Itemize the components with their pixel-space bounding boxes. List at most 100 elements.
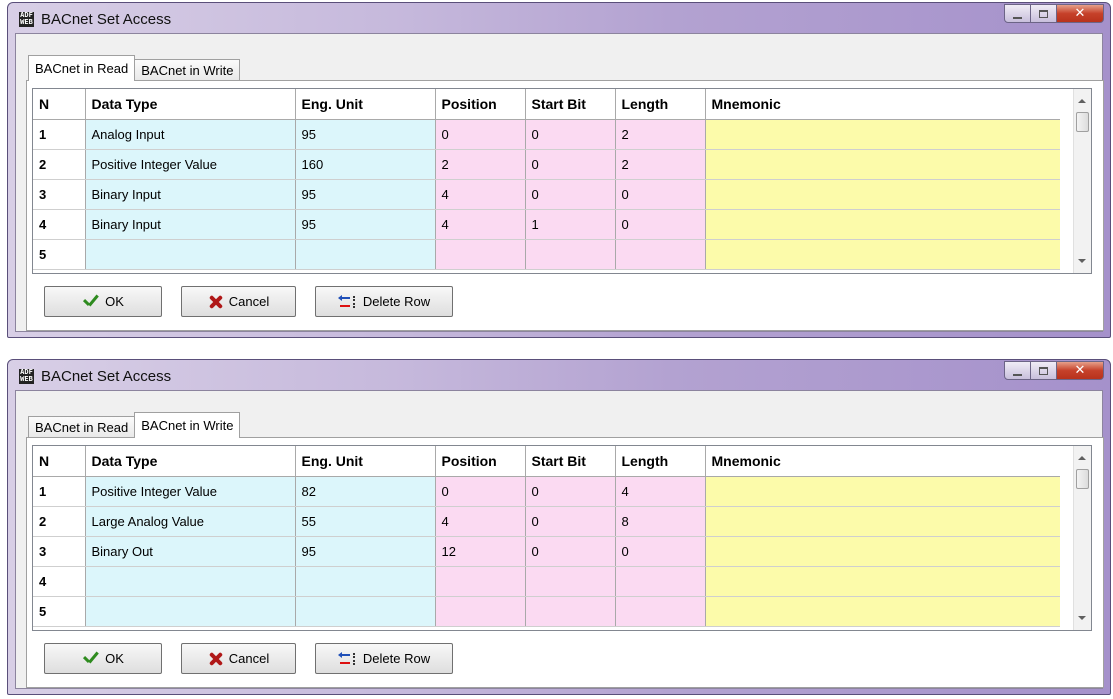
grid-cell[interactable] <box>525 239 616 270</box>
grid-cell[interactable]: 4 <box>615 476 706 507</box>
grid-cell[interactable]: 0 <box>615 209 706 240</box>
grid-cell[interactable] <box>705 566 1060 597</box>
tab-bacnet-in-read[interactable]: BACnet in Read <box>28 55 136 81</box>
grid-cell[interactable]: Large Analog Value <box>85 506 296 537</box>
minimize-button[interactable] <box>1004 4 1031 23</box>
grid-cell[interactable]: 8 <box>615 506 706 537</box>
scroll-down-icon[interactable] <box>1078 259 1086 263</box>
column-header[interactable]: N <box>33 446 86 477</box>
close-button[interactable]: ✕ <box>1057 4 1104 23</box>
maximize-button[interactable] <box>1031 361 1057 380</box>
table-row[interactable]: 1 Analog Input 95 0 0 2 <box>33 119 1060 150</box>
tab-bacnet-in-read[interactable]: BACnet in Read <box>28 416 136 438</box>
title-bar[interactable]: ADF WEB BACnet Set Access ✕ <box>8 3 1110 33</box>
tab-bacnet-in-write[interactable]: BACnet in Write <box>134 412 241 438</box>
minimize-button[interactable] <box>1004 361 1031 380</box>
column-header[interactable]: Data Type <box>85 89 296 120</box>
column-header[interactable]: Start Bit <box>525 89 616 120</box>
column-header[interactable]: Mnemonic <box>705 89 1060 120</box>
column-header[interactable]: N <box>33 89 86 120</box>
grid-cell[interactable]: 82 <box>295 476 436 507</box>
column-header[interactable]: Position <box>435 89 526 120</box>
grid-cell[interactable] <box>705 536 1060 567</box>
grid-cell[interactable] <box>435 239 526 270</box>
grid-cell[interactable]: 0 <box>525 149 616 180</box>
grid-cell[interactable]: 1 <box>525 209 616 240</box>
table-row[interactable]: 4 Binary Input 95 4 1 0 <box>33 209 1060 240</box>
grid-cell[interactable] <box>705 209 1060 240</box>
grid-cell[interactable]: 0 <box>525 476 616 507</box>
grid-cell[interactable]: 0 <box>435 119 526 150</box>
grid-cell[interactable]: 0 <box>525 179 616 210</box>
tab-bacnet-in-write[interactable]: BACnet in Write <box>134 59 241 81</box>
grid-cell[interactable]: 0 <box>525 119 616 150</box>
grid-cell[interactable]: 4 <box>435 179 526 210</box>
column-header[interactable]: Data Type <box>85 446 296 477</box>
grid-cell[interactable] <box>435 596 526 627</box>
delete-row-button[interactable]: Delete Row <box>315 286 453 317</box>
maximize-button[interactable] <box>1031 4 1057 23</box>
grid-cell[interactable] <box>85 239 296 270</box>
grid-cell[interactable] <box>705 149 1060 180</box>
grid-cell[interactable] <box>85 566 296 597</box>
table-row[interactable]: 3 Binary Out 95 12 0 0 <box>33 536 1060 567</box>
grid-cell[interactable] <box>705 119 1060 150</box>
grid-cell[interactable]: 95 <box>295 119 436 150</box>
grid-cell[interactable] <box>615 596 706 627</box>
title-bar[interactable]: ADF WEB BACnet Set Access ✕ <box>8 360 1110 390</box>
grid-cell[interactable]: 0 <box>525 536 616 567</box>
scroll-up-icon[interactable] <box>1078 456 1086 460</box>
table-row[interactable]: 1 Positive Integer Value 82 0 0 4 <box>33 476 1060 507</box>
grid-cell[interactable] <box>705 476 1060 507</box>
grid-cell[interactable]: 2 <box>435 149 526 180</box>
grid-cell[interactable] <box>295 239 436 270</box>
data-grid[interactable]: N Data Type Eng. Unit Position Start Bit Leng… <box>32 445 1092 631</box>
grid-cell[interactable]: Binary Out <box>85 536 296 567</box>
grid-cell[interactable] <box>615 239 706 270</box>
grid-cell[interactable] <box>435 566 526 597</box>
grid-cell[interactable]: 0 <box>525 506 616 537</box>
grid-cell[interactable]: 95 <box>295 536 436 567</box>
grid-cell[interactable]: 95 <box>295 179 436 210</box>
table-row[interactable]: 3 Binary Input 95 4 0 0 <box>33 179 1060 210</box>
vertical-scrollbar[interactable] <box>1073 446 1091 630</box>
grid-cell[interactable]: Analog Input <box>85 119 296 150</box>
ok-button[interactable]: OK <box>44 286 162 317</box>
column-header[interactable]: Length <box>615 89 706 120</box>
grid-cell[interactable]: 55 <box>295 506 436 537</box>
grid-cell[interactable] <box>705 596 1060 627</box>
grid-cell[interactable] <box>615 566 706 597</box>
grid-cell[interactable]: 4 <box>435 209 526 240</box>
cancel-button[interactable]: Cancel <box>181 643 296 674</box>
column-header[interactable]: Eng. Unit <box>295 446 436 477</box>
column-header[interactable]: Eng. Unit <box>295 89 436 120</box>
table-row[interactable]: 2 Positive Integer Value 160 2 0 2 <box>33 149 1060 180</box>
grid-cell[interactable]: 0 <box>615 179 706 210</box>
grid-cell[interactable] <box>525 566 616 597</box>
grid-cell[interactable]: 2 <box>615 149 706 180</box>
column-header[interactable]: Start Bit <box>525 446 616 477</box>
table-row[interactable]: 2 Large Analog Value 55 4 0 8 <box>33 506 1060 537</box>
grid-cell[interactable]: Positive Integer Value <box>85 476 296 507</box>
grid-cell[interactable] <box>85 596 296 627</box>
ok-button[interactable]: OK <box>44 643 162 674</box>
grid-cell[interactable]: 95 <box>295 209 436 240</box>
delete-row-button[interactable]: Delete Row <box>315 643 453 674</box>
grid-cell[interactable]: 0 <box>615 536 706 567</box>
scroll-down-icon[interactable] <box>1078 616 1086 620</box>
grid-cell[interactable] <box>295 566 436 597</box>
vertical-scrollbar[interactable] <box>1073 89 1091 273</box>
table-row[interactable]: 5 <box>33 239 1060 270</box>
column-header[interactable]: Mnemonic <box>705 446 1060 477</box>
grid-cell[interactable]: 2 <box>615 119 706 150</box>
column-header[interactable]: Length <box>615 446 706 477</box>
grid-cell[interactable]: 4 <box>435 506 526 537</box>
grid-cell[interactable]: Positive Integer Value <box>85 149 296 180</box>
grid-cell[interactable] <box>705 506 1060 537</box>
grid-cell[interactable]: Binary Input <box>85 209 296 240</box>
grid-cell[interactable] <box>705 179 1060 210</box>
grid-cell[interactable]: 12 <box>435 536 526 567</box>
table-row[interactable]: 5 <box>33 596 1060 627</box>
data-grid[interactable]: N Data Type Eng. Unit Position Start Bit Leng… <box>32 88 1092 274</box>
close-button[interactable]: ✕ <box>1057 361 1104 380</box>
